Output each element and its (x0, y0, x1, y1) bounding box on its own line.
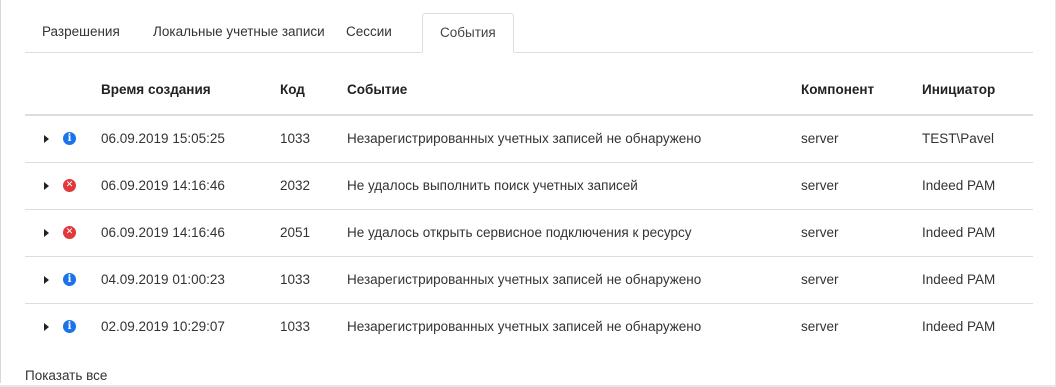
header-time[interactable]: Время создания (101, 82, 211, 97)
cell-component: server (801, 225, 839, 240)
header-component[interactable]: Компонент (801, 82, 874, 97)
expand-row-icon[interactable] (44, 323, 49, 331)
panel-left-border (0, 0, 1, 383)
tab-sessions[interactable]: Сессии (329, 13, 409, 51)
table-row[interactable]: i 06.09.2019 15:05:25 1033 Незарегистрир… (25, 116, 1033, 163)
header-event[interactable]: Событие (347, 82, 407, 97)
cell-initiator: TEST\Pavel (922, 131, 995, 146)
tab-permissions[interactable]: Разрешения (25, 13, 137, 51)
cell-code: 2032 (280, 178, 311, 193)
cell-event: Незарегистрированных учетных записей не … (347, 272, 702, 287)
cell-code: 1033 (280, 319, 311, 334)
info-icon: i (63, 273, 76, 286)
error-icon: ✕ (63, 179, 76, 192)
cell-code: 2051 (280, 225, 311, 240)
cell-code: 1033 (280, 272, 311, 287)
table-row[interactable]: i 02.09.2019 10:29:07 1033 Незарегистрир… (25, 304, 1033, 350)
cell-time: 02.09.2019 10:29:07 (101, 319, 225, 334)
cell-initiator: Indeed PAM (922, 272, 996, 287)
cell-initiator: Indeed PAM (922, 178, 996, 193)
tab-bar: Разрешения Локальные учетные записи Сесс… (25, 13, 1033, 53)
table-row[interactable]: i 04.09.2019 01:00:23 1033 Незарегистрир… (25, 257, 1033, 304)
table-header: Время создания Код Событие Компонент Ини… (25, 68, 1033, 116)
tab-local-accounts[interactable]: Локальные учетные записи (136, 13, 342, 51)
expand-row-icon[interactable] (44, 182, 49, 190)
cell-component: server (801, 272, 839, 287)
cell-event: Незарегистрированных учетных записей не … (347, 319, 702, 334)
expand-row-icon[interactable] (44, 135, 49, 143)
cell-event: Незарегистрированных учетных записей не … (347, 131, 702, 146)
table-row[interactable]: ✕ 06.09.2019 14:16:46 2032 Не удалось вы… (25, 163, 1033, 210)
cell-code: 1033 (280, 131, 311, 146)
cell-component: server (801, 319, 839, 334)
info-icon: i (63, 132, 76, 145)
cell-time: 06.09.2019 14:16:46 (101, 178, 225, 193)
events-panel: Разрешения Локальные учетные записи Сесс… (0, 0, 1056, 387)
cell-component: server (801, 178, 839, 193)
header-code[interactable]: Код (280, 82, 305, 97)
cell-event: Не удалось выполнить поиск учетных запис… (347, 178, 638, 193)
cell-time: 06.09.2019 15:05:25 (101, 131, 225, 146)
cell-component: server (801, 131, 839, 146)
cell-initiator: Indeed PAM (922, 225, 996, 240)
header-initiator[interactable]: Инициатор (922, 82, 995, 97)
cell-time: 06.09.2019 14:16:46 (101, 225, 225, 240)
tab-events[interactable]: События (422, 13, 514, 53)
cell-initiator: Indeed PAM (922, 319, 996, 334)
cell-event: Не удалось открыть сервисное подключения… (347, 225, 692, 240)
events-table: Время создания Код Событие Компонент Ини… (25, 68, 1033, 350)
show-all-link[interactable]: Показать все (25, 368, 107, 383)
cell-time: 04.09.2019 01:00:23 (101, 272, 225, 287)
expand-row-icon[interactable] (44, 229, 49, 237)
expand-row-icon[interactable] (44, 276, 49, 284)
info-icon: i (63, 320, 76, 333)
table-row[interactable]: ✕ 06.09.2019 14:16:46 2051 Не удалось от… (25, 210, 1033, 257)
error-icon: ✕ (63, 226, 76, 239)
